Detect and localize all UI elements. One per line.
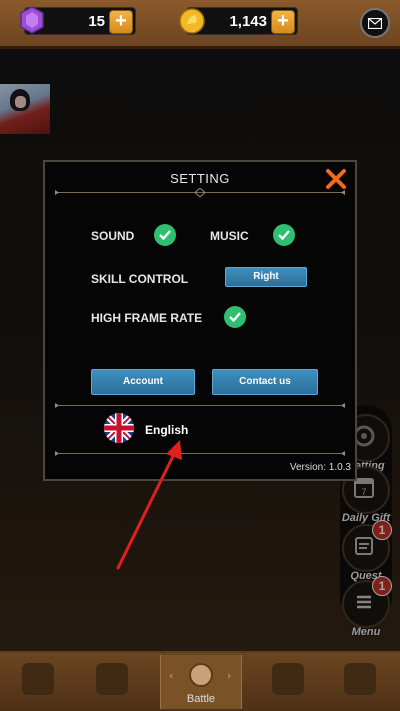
contact-us-button[interactable]: Contact us (212, 369, 318, 395)
title-divider (55, 188, 345, 197)
settings-dialog: SETTING SOUND MUSIC SKILL CONTROL Right … (43, 160, 357, 481)
svg-text:‹: ‹ (169, 669, 173, 682)
close-icon[interactable] (325, 168, 347, 190)
coin-icon (179, 8, 205, 34)
mail-icon (368, 17, 382, 29)
gem-icon (20, 6, 44, 34)
gold-count: 1,143 (229, 12, 267, 30)
sound-label: SOUND (91, 229, 135, 243)
high-frame-rate-toggle[interactable] (224, 306, 246, 328)
checkmark-icon (229, 312, 241, 323)
hero-nav-icon[interactable] (272, 663, 304, 695)
battle-label: Battle (186, 693, 216, 705)
annotation-arrow-icon (116, 440, 182, 570)
sound-toggle[interactable] (154, 224, 176, 246)
language-divider-bottom (55, 451, 345, 456)
language-divider-top (55, 403, 345, 408)
dialog-title: SETTING (170, 171, 230, 186)
gem-count: 15 (88, 12, 105, 30)
music-label: MUSIC (210, 229, 249, 243)
skill-control-selector[interactable]: Right (225, 267, 307, 287)
top-resource-bar: 15 + 1,143 + (0, 0, 400, 49)
gem-counter: 15 + (20, 6, 136, 35)
checkmark-icon (278, 230, 290, 241)
high-frame-rate-label: HIGH FRAME RATE (91, 311, 203, 325)
battle-nav-button[interactable]: ‹ › Battle (160, 655, 242, 709)
music-toggle[interactable] (273, 224, 295, 246)
gold-counter: 1,143 + (179, 7, 298, 35)
battle-icon: ‹ › (169, 663, 231, 687)
checkmark-icon (159, 230, 171, 241)
chest-nav-icon[interactable] (96, 663, 128, 695)
bottom-nav-bar: ‹ › Battle (0, 651, 400, 711)
account-button[interactable]: Account (91, 369, 195, 395)
castle-nav-icon[interactable] (344, 663, 376, 695)
bag-nav-icon[interactable] (22, 663, 54, 695)
language-selector[interactable]: English (145, 423, 188, 437)
version-text: Version: 1.0.3 (289, 462, 351, 473)
add-gold-button[interactable]: + (271, 10, 295, 34)
mail-button[interactable] (360, 8, 390, 38)
add-gems-button[interactable]: + (109, 10, 133, 34)
skill-control-label: SKILL CONTROL (91, 272, 189, 286)
svg-text:›: › (227, 669, 231, 682)
